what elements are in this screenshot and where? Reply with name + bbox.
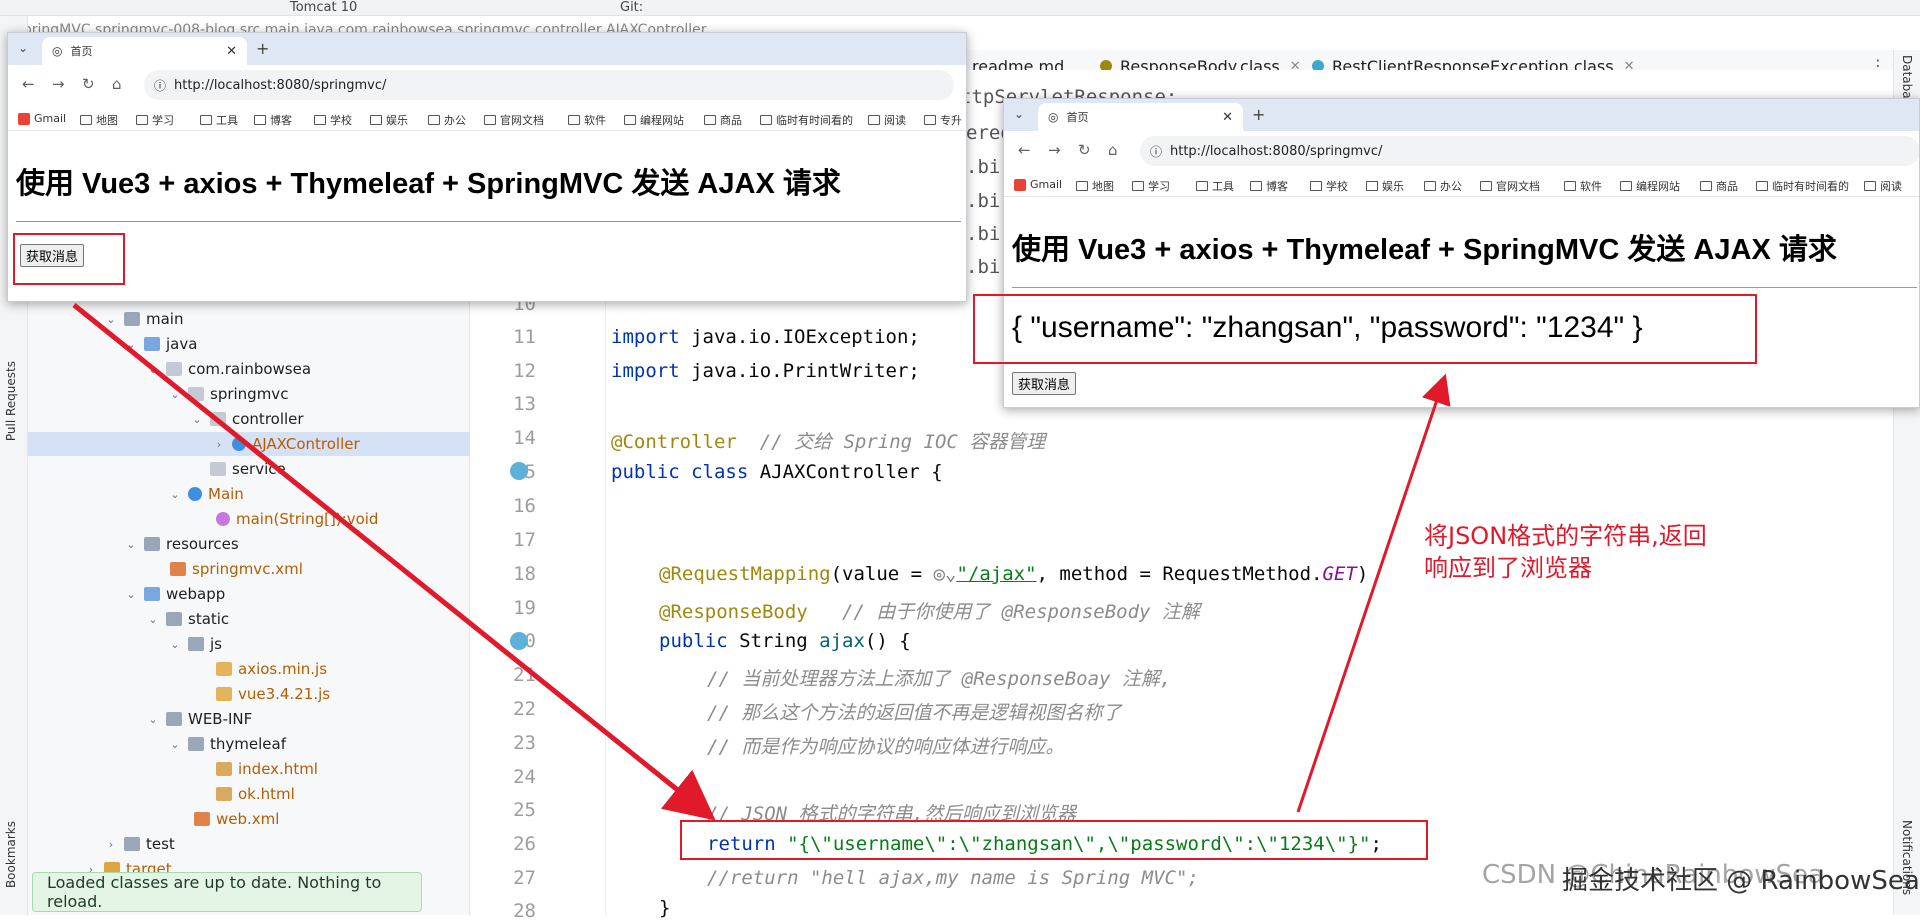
- arrow-code-to-response: [1296, 373, 1451, 813]
- arrow-button-to-code: [72, 303, 716, 821]
- annotation-note-line2: 响应到了浏览器: [1424, 554, 1592, 582]
- annotation-note-line1: 将JSON格式的字符串,返回: [1424, 522, 1707, 550]
- annotation-note: 将JSON格式的字符串,返回 响应到了浏览器: [1424, 520, 1707, 584]
- annotation-arrows: [72, 303, 1451, 821]
